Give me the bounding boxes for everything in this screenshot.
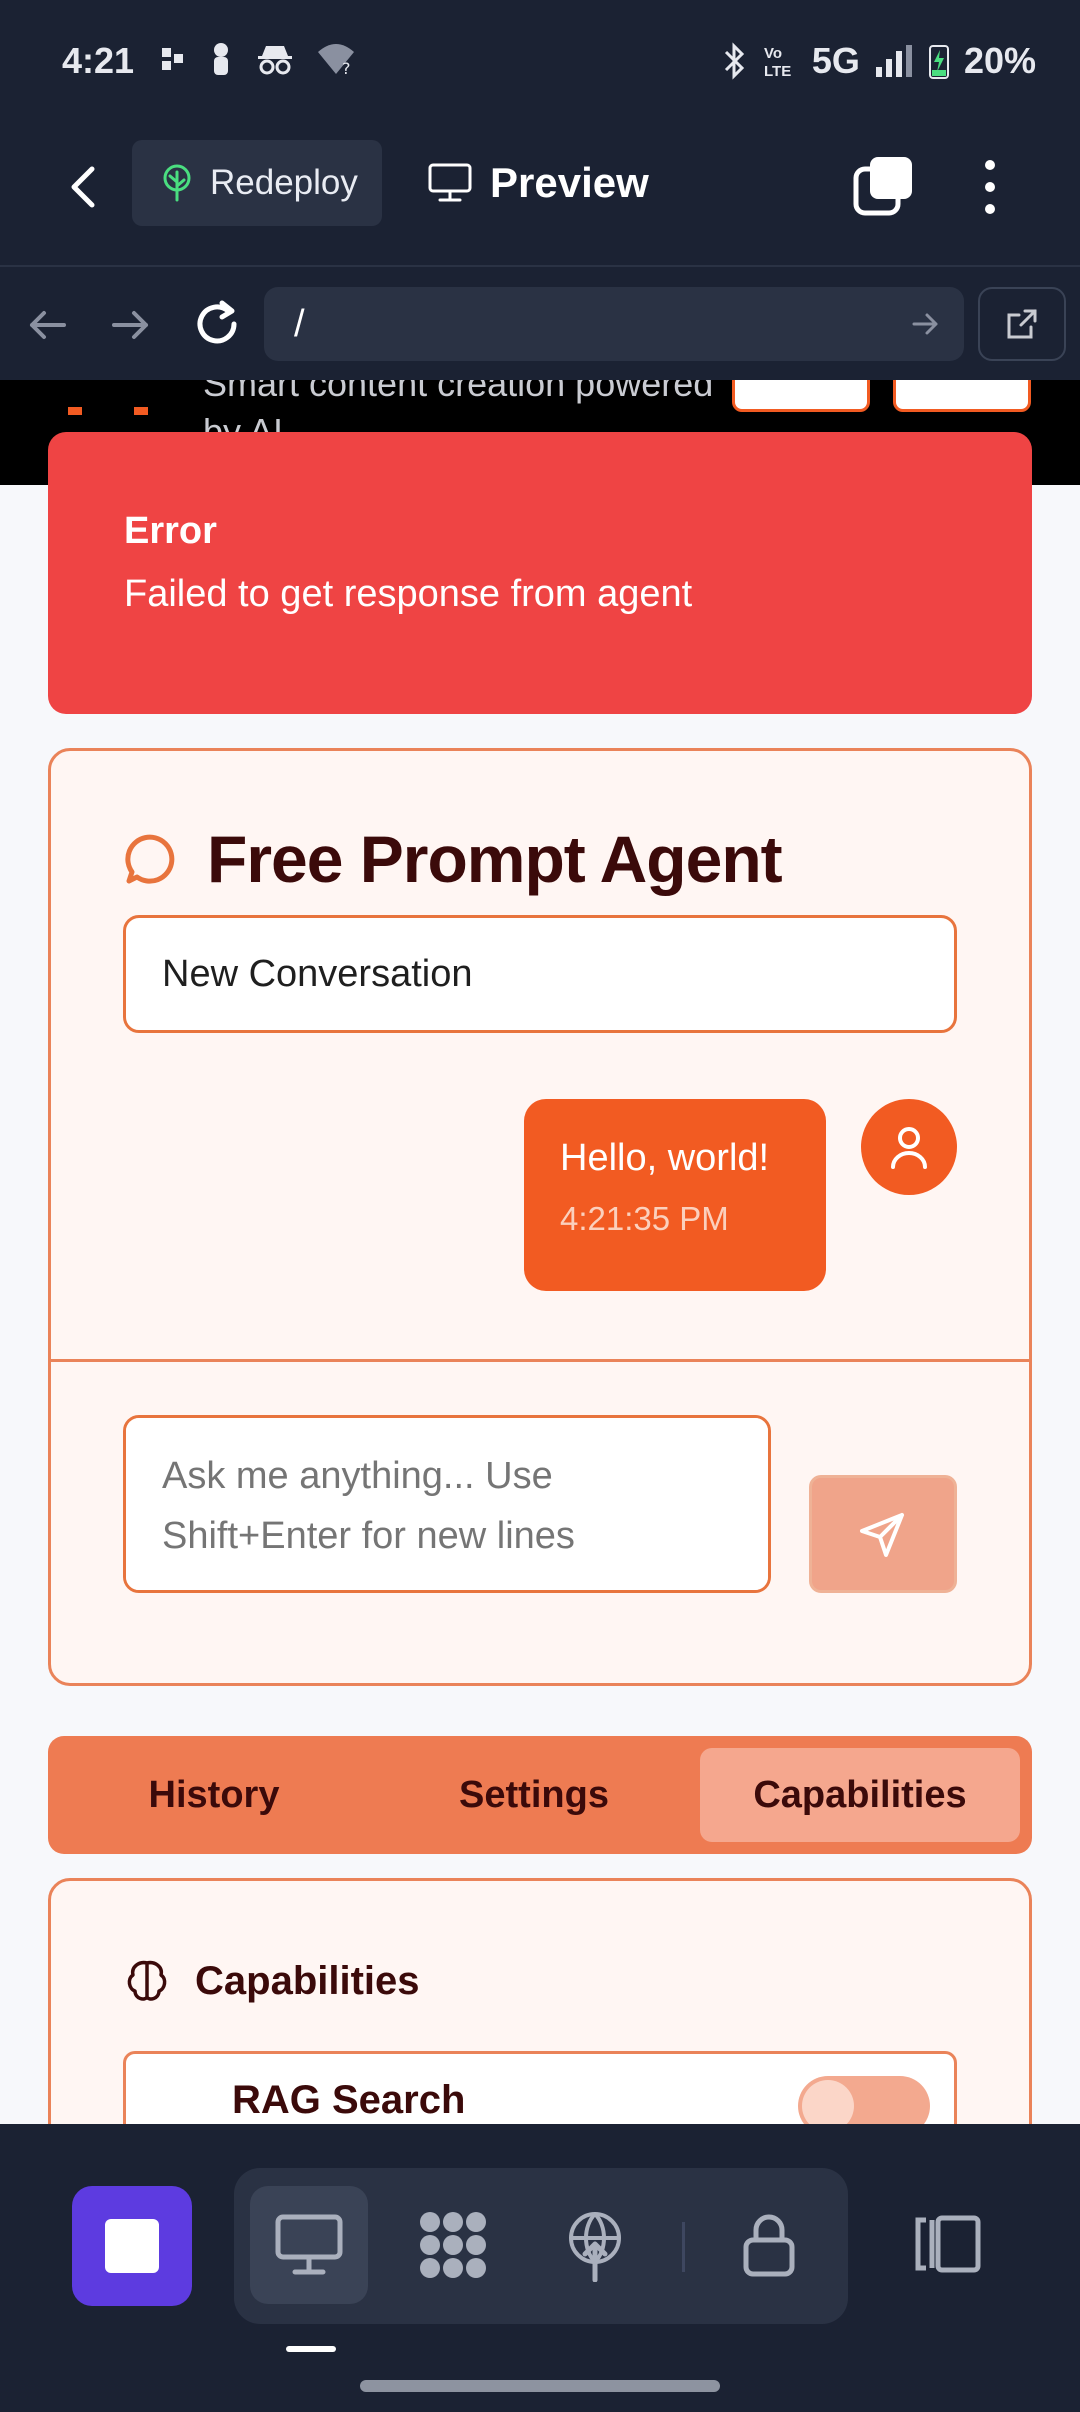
error-message: Failed to get response from agent [124, 573, 693, 615]
send-button[interactable] [809, 1475, 957, 1593]
battery-charging-icon [928, 45, 949, 79]
tab-label: History [148, 1773, 280, 1816]
dock-lock-button[interactable] [710, 2186, 828, 2304]
tab-label: Capabilities [753, 1773, 967, 1816]
svg-text:?: ? [342, 59, 351, 76]
send-icon [860, 1513, 904, 1557]
capability-label: RAG Search [232, 2078, 466, 2122]
redeploy-button[interactable]: Redeploy [132, 140, 382, 226]
status-time: 4:21 [62, 40, 135, 81]
stop-square-icon [105, 2219, 159, 2273]
preview-button[interactable]: Preview [428, 140, 649, 226]
dock-layout-button[interactable] [900, 2196, 996, 2292]
status-bar: 4:21 ? Vo LTE 5G 20% [0, 0, 1080, 125]
error-title: Error [124, 510, 217, 552]
person-icon [214, 43, 228, 75]
wifi-unknown-icon: ? [318, 44, 354, 76]
chat-divider [51, 1359, 1029, 1362]
nav-forward-icon[interactable] [108, 303, 152, 347]
globe-upload-icon [569, 2212, 621, 2282]
svg-text:Vo: Vo [764, 45, 782, 62]
home-gesture-bar[interactable] [360, 2380, 720, 2392]
app-home-button[interactable] [72, 2186, 192, 2306]
tab-history[interactable]: History [68, 1748, 360, 1842]
preview-label: Preview [490, 159, 649, 206]
reload-icon[interactable] [192, 299, 242, 349]
agent-title: Free Prompt Agent [207, 822, 783, 896]
dock-tool-group [234, 2168, 848, 2324]
more-vert-icon[interactable] [975, 157, 1005, 217]
message-time: 4:21:35 PM [560, 1200, 729, 1237]
prompt-input[interactable] [123, 1415, 771, 1593]
nav-back-icon[interactable] [26, 303, 70, 347]
back-arrow-icon[interactable] [58, 159, 114, 215]
tree-icon [163, 164, 191, 202]
signal-icon [875, 45, 912, 77]
toggle-knob [802, 2080, 854, 2124]
dock-separator [682, 2222, 685, 2272]
capabilities-card: Capabilities RAG Search [48, 1878, 1032, 2124]
status-icons-left: ? [160, 42, 356, 76]
header-button-1[interactable] [732, 380, 870, 412]
agent-tabs: History Settings Capabilities [48, 1736, 1032, 1854]
url-text: / [294, 302, 305, 345]
url-input[interactable]: / [264, 287, 964, 361]
header-button-2[interactable] [893, 380, 1031, 412]
tabs-switcher-icon[interactable] [852, 155, 914, 217]
network-type: 5G [811, 40, 860, 81]
svg-text:LTE: LTE [764, 63, 791, 80]
chat-bubble-icon [125, 834, 175, 884]
bottom-dock [0, 2124, 1080, 2412]
tab-settings[interactable]: Settings [388, 1748, 680, 1842]
agent-header: Free Prompt Agent [123, 821, 783, 897]
app-bar: Redeploy Preview [0, 125, 1080, 265]
capabilities-header: Capabilities [123, 1957, 420, 2005]
incognito-icon [258, 46, 292, 75]
brain-icon [127, 1960, 167, 2001]
lock-icon [743, 2214, 795, 2277]
active-indicator [286, 2346, 336, 2352]
monitor-icon [428, 163, 472, 202]
tab-capabilities[interactable]: Capabilities [700, 1748, 1020, 1842]
dock-nodes-button[interactable] [394, 2186, 512, 2304]
rag-search-toggle[interactable] [798, 2076, 930, 2124]
capability-rag-search: RAG Search [123, 2051, 957, 2124]
battery-percent: 20% [963, 40, 1036, 81]
logo-mark-icon [68, 407, 148, 415]
open-external-button[interactable] [978, 287, 1066, 361]
user-avatar [861, 1099, 957, 1195]
webview: Smart content creation powered by AI Err… [0, 380, 1080, 2124]
dock-preview-button[interactable] [250, 2186, 368, 2304]
tab-label: Settings [459, 1773, 609, 1816]
browser-toolbar: / [0, 265, 1080, 380]
notification-icon [162, 48, 183, 70]
message-text: Hello, world! [560, 1137, 770, 1179]
go-arrow-icon[interactable] [910, 309, 940, 339]
user-message: Hello, world! 4:21:35 PM [524, 1099, 826, 1291]
monitor-icon [275, 2214, 343, 2275]
conversation-label: New Conversation [162, 952, 473, 995]
redeploy-label: Redeploy [210, 163, 358, 202]
volte-icon: VoLTE [764, 45, 791, 80]
capabilities-title: Capabilities [195, 1958, 420, 2003]
conversation-select[interactable]: New Conversation [123, 915, 957, 1033]
split-view-icon [915, 2215, 981, 2273]
dock-deploy-button[interactable] [536, 2186, 654, 2304]
error-alert: Error Failed to get response from agent [48, 432, 1032, 714]
bluetooth-icon [724, 42, 745, 80]
user-icon [891, 1127, 927, 1169]
external-link-icon [1007, 309, 1037, 339]
status-icons-right: Vo LTE 5G 20% [720, 40, 1036, 82]
nodes-icon [420, 2212, 486, 2278]
agent-card: Free Prompt Agent New Conversation Hello… [48, 748, 1032, 1686]
